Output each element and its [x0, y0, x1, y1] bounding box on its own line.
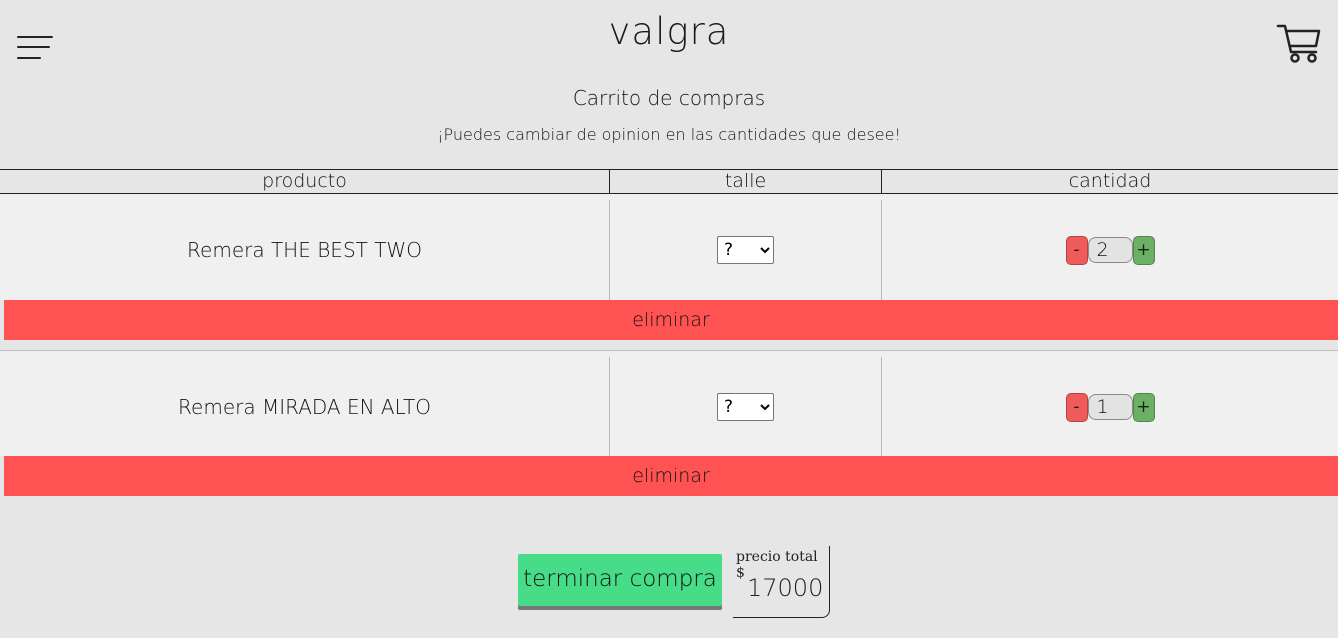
increase-quantity-button[interactable]: +	[1132, 235, 1155, 265]
total-price-value: 17000	[747, 574, 824, 602]
cart-item: Remera MIRADA EN ALTO ? - 1 + eliminar	[0, 350, 1338, 506]
page-subtitle: ¡Puedes cambiar de opinion en las cantid…	[437, 125, 901, 144]
size-select[interactable]: ?	[717, 393, 774, 421]
column-header-cantidad: cantidad	[1068, 170, 1152, 192]
delete-item-button[interactable]: eliminar	[4, 456, 1338, 496]
brand-logo[interactable]: valgra	[0, 10, 1338, 53]
shopping-cart-icon[interactable]	[1276, 22, 1322, 64]
decrease-quantity-button[interactable]: -	[1065, 392, 1088, 422]
cart-item-row: Remera MIRADA EN ALTO ? - 1 +	[0, 350, 1338, 457]
size-select[interactable]: ?	[717, 236, 774, 264]
size-cell: ?	[610, 200, 882, 300]
header: valgra	[0, 0, 1338, 80]
quantity-stepper: - 2 +	[1065, 235, 1155, 265]
page-title: Carrito de compras	[572, 86, 766, 110]
cart-item: Remera THE BEST TWO ? - 2 + eliminar	[0, 194, 1338, 350]
size-cell: ?	[610, 357, 882, 457]
cart-item-row: Remera THE BEST TWO ? - 2 +	[0, 194, 1338, 300]
product-name: Remera MIRADA EN ALTO	[0, 357, 610, 457]
column-header-talle: talle	[610, 170, 882, 193]
finish-purchase-button[interactable]: terminar compra	[518, 554, 722, 606]
quantity-field[interactable]: 2	[1087, 237, 1133, 263]
quantity-field[interactable]: 1	[1087, 394, 1133, 420]
total-price-box: precio total $ 17000	[733, 546, 830, 618]
delete-item-button[interactable]: eliminar	[4, 300, 1338, 340]
table-header: producto talle cantidad	[0, 169, 1338, 194]
column-header-producto: producto	[0, 170, 610, 193]
quantity-stepper: - 1 +	[1065, 392, 1155, 422]
quantity-cell: - 1 +	[882, 357, 1338, 457]
decrease-quantity-button[interactable]: -	[1065, 235, 1088, 265]
product-name: Remera THE BEST TWO	[0, 200, 610, 300]
increase-quantity-button[interactable]: +	[1132, 392, 1155, 422]
quantity-cell: - 2 +	[882, 200, 1338, 300]
